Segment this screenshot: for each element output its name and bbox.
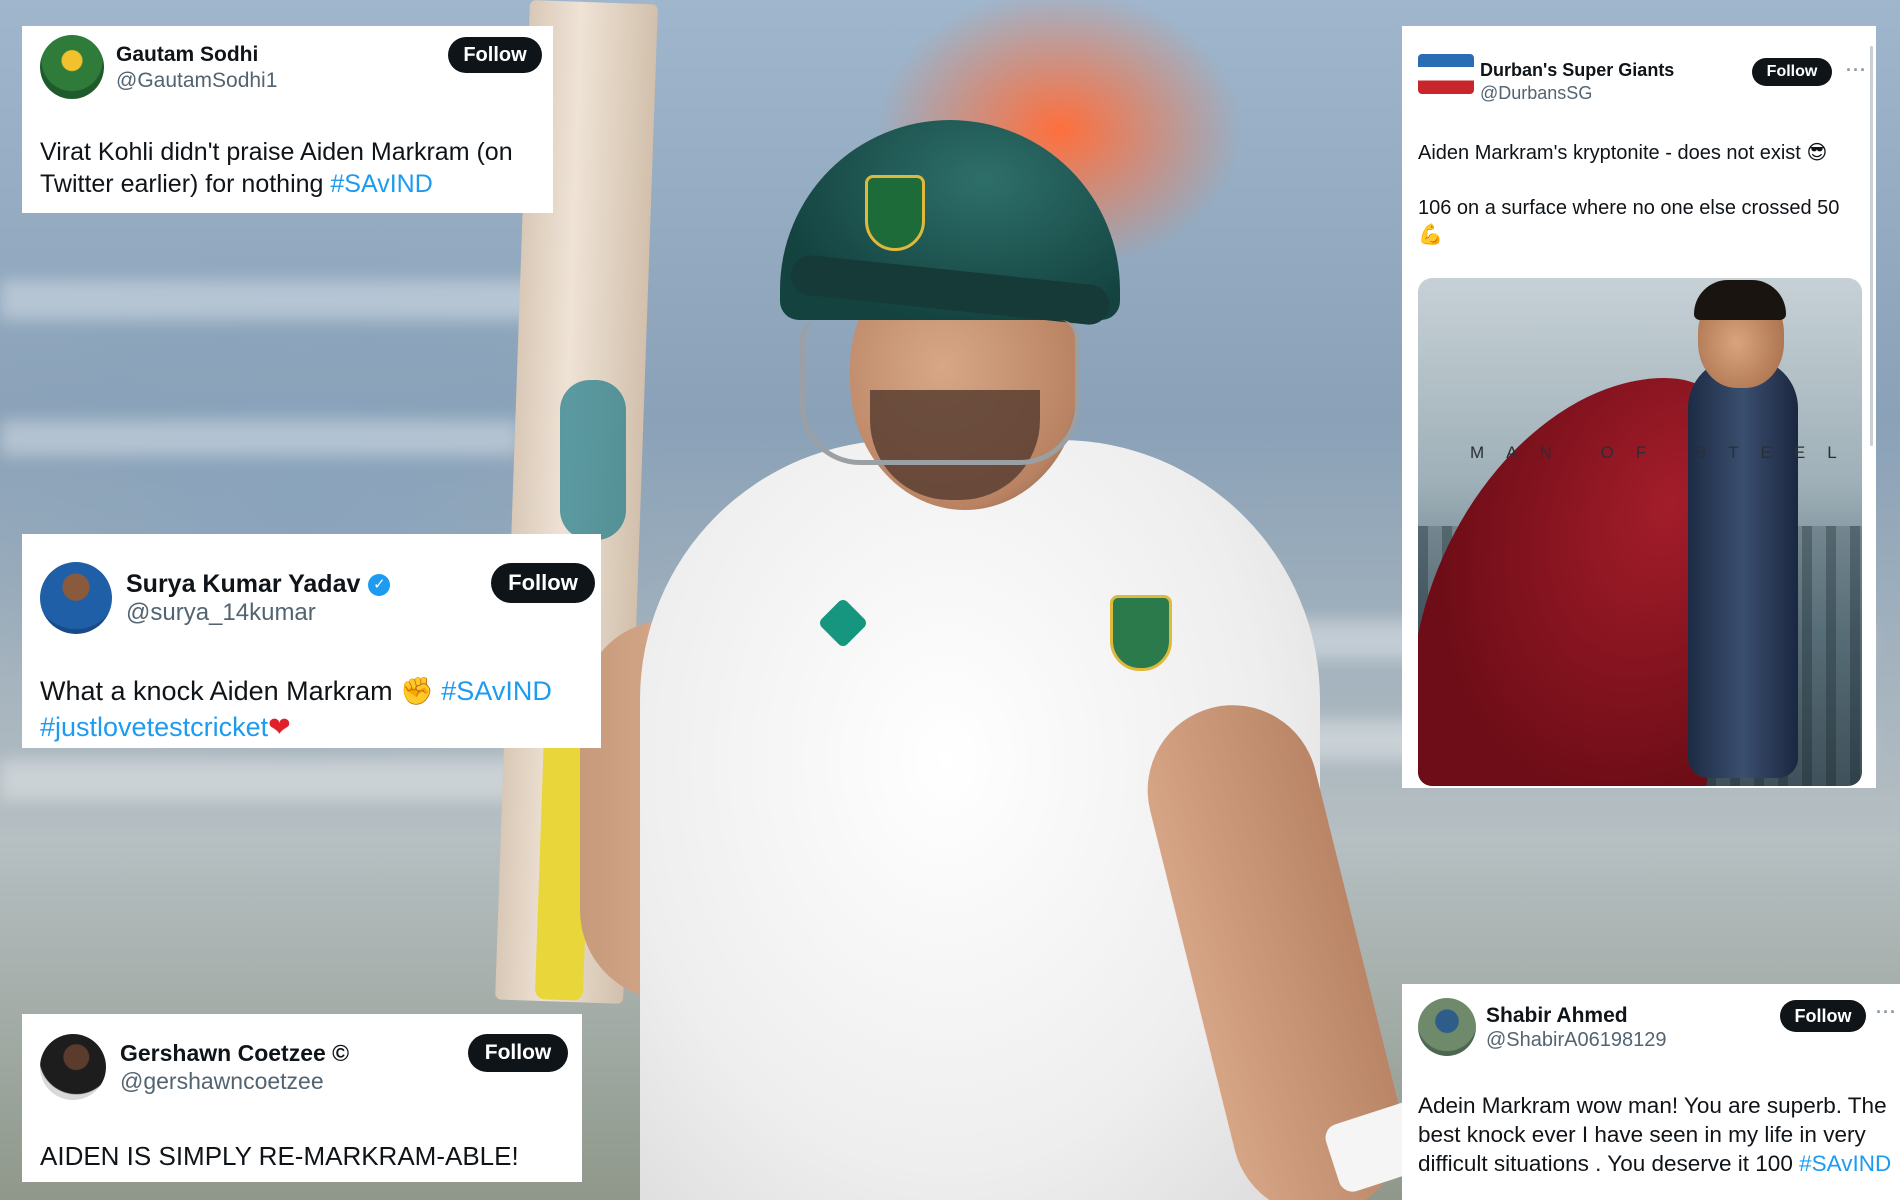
hashtag-link[interactable]: #SAvIND bbox=[441, 676, 552, 706]
heart-emoji-icon: ❤ bbox=[268, 711, 291, 743]
team-logo[interactable] bbox=[1418, 54, 1474, 94]
tweet-body: What a knock Aiden Markram bbox=[40, 676, 401, 706]
sunglasses-emoji-icon: 😎 bbox=[1806, 140, 1828, 164]
more-icon[interactable]: ··· bbox=[1876, 1002, 1897, 1023]
follow-button[interactable]: Follow bbox=[468, 1034, 568, 1072]
user-handle[interactable]: @GautamSodhi1 bbox=[116, 69, 277, 93]
bat-logo bbox=[560, 380, 626, 540]
user-name[interactable]: Gautam Sodhi bbox=[116, 43, 258, 67]
user-name-text[interactable]: Surya Kumar Yadav bbox=[126, 570, 360, 598]
tweet-text: Aiden Markram's kryptonite - does not ex… bbox=[1418, 140, 1858, 167]
tweet-card-gautam: Gautam Sodhi @GautamSodhi1 Follow Virat … bbox=[22, 26, 553, 213]
crowd-blur bbox=[0, 280, 560, 320]
helmet-grille bbox=[800, 320, 1080, 465]
verified-badge-icon: ✓ bbox=[368, 574, 391, 597]
user-name[interactable]: Gershawn Coetzee © bbox=[120, 1040, 349, 1067]
superhero-hair bbox=[1694, 280, 1786, 320]
avatar[interactable] bbox=[1418, 998, 1476, 1056]
tweet-card-surya: Surya Kumar Yadav ✓ @surya_14kumar Follow… bbox=[22, 534, 601, 748]
user-name[interactable]: Shabir Ahmed bbox=[1486, 1004, 1628, 1028]
tweet-body-line2: 106 on a surface where no one else cross… bbox=[1418, 197, 1840, 219]
tweet-text: Virat Kohli didn't praise Aiden Markram … bbox=[40, 136, 540, 200]
user-handle[interactable]: @ShabirA06198129 bbox=[1486, 1029, 1666, 1052]
user-handle[interactable]: @surya_14kumar bbox=[126, 599, 316, 627]
hashtag-link[interactable]: #SAvIND bbox=[330, 170, 432, 198]
image-title: MAN OF STEEL bbox=[1470, 443, 1859, 462]
hashtag-link[interactable]: #justlovetestcricket bbox=[40, 712, 268, 742]
tweet-text: 106 on a surface where no one else cross… bbox=[1418, 196, 1858, 248]
avatar[interactable] bbox=[40, 562, 112, 634]
user-name[interactable]: Surya Kumar Yadav ✓ bbox=[126, 570, 391, 599]
user-handle[interactable]: @gershawncoetzee bbox=[120, 1068, 324, 1095]
follow-button[interactable]: Follow bbox=[491, 563, 595, 603]
avatar[interactable] bbox=[40, 35, 104, 99]
tweet-card-shabir: Shabir Ahmed @ShabirA06198129 Follow ···… bbox=[1402, 984, 1900, 1200]
tweet-body-line1: Aiden Markram's kryptonite - does not ex… bbox=[1418, 142, 1801, 164]
tweet-body: Virat Kohli didn't praise Aiden Markram … bbox=[40, 138, 513, 198]
shirt-badge bbox=[1110, 595, 1172, 671]
follow-button[interactable]: Follow bbox=[1780, 1000, 1866, 1032]
tweet-text: AIDEN IS SIMPLY RE-MARKRAM-ABLE! bbox=[40, 1141, 519, 1171]
tweet-image[interactable]: MAN OF STEEL bbox=[1418, 278, 1862, 786]
superhero-suit bbox=[1688, 358, 1798, 778]
tweet-text: Adein Markram wow man! You are superb. T… bbox=[1418, 1092, 1896, 1178]
helmet-crest bbox=[865, 175, 925, 251]
tweet-card-gershawn: Gershawn Coetzee © @gershawncoetzee Foll… bbox=[22, 1014, 582, 1182]
follow-button[interactable]: Follow bbox=[1752, 58, 1832, 86]
more-icon[interactable]: ··· bbox=[1846, 60, 1867, 81]
user-name[interactable]: Durban's Super Giants bbox=[1480, 60, 1674, 81]
flexed-biceps-emoji-icon: 💪 bbox=[1418, 221, 1443, 246]
avatar[interactable] bbox=[40, 1034, 106, 1100]
scrollbar[interactable] bbox=[1870, 46, 1873, 446]
crowd-blur bbox=[0, 760, 520, 800]
raised-fist-emoji-icon: ✊ bbox=[400, 676, 434, 707]
follow-button[interactable]: Follow bbox=[448, 37, 542, 73]
crowd-blur bbox=[0, 420, 520, 456]
user-handle[interactable]: @DurbansSG bbox=[1480, 83, 1592, 104]
tweet-text: What a knock Aiden Markram ✊ #SAvIND #jus… bbox=[40, 674, 595, 745]
hashtag-link[interactable]: #SAvIND bbox=[1799, 1151, 1891, 1176]
